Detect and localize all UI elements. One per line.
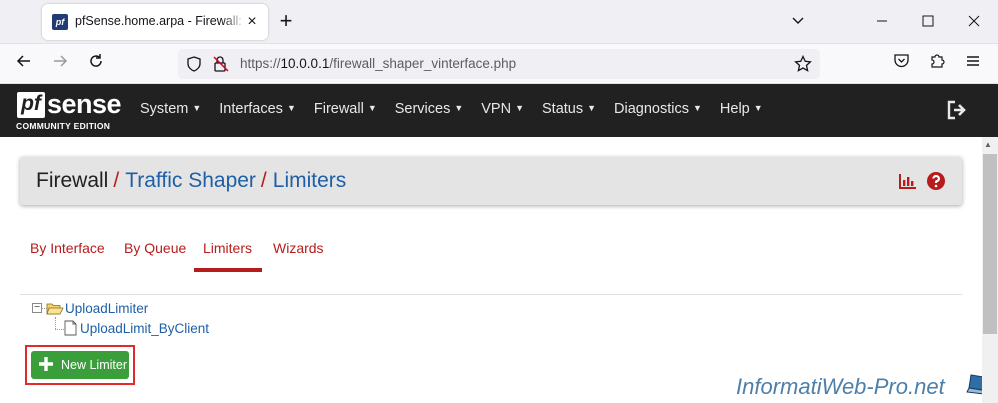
menu-vpn-label: VPN <box>481 101 512 117</box>
back-arrow-icon[interactable] <box>12 52 36 76</box>
reload-icon[interactable] <box>84 52 108 76</box>
main-menu: System ▼ Interfaces ▼ Firewall ▼ Services ▼ … <box>140 101 781 117</box>
logout-icon[interactable] <box>946 99 968 121</box>
hamburger-menu-icon[interactable] <box>961 52 985 76</box>
new-limiter-label: New Limiter <box>61 358 127 372</box>
url-prefix: https:// <box>240 56 281 71</box>
maximize-window-icon[interactable] <box>916 10 940 34</box>
caret-down-icon: ▼ <box>286 103 296 113</box>
browser-tab[interactable]: pf pfSense.home.arpa - Firewall: Traffic… <box>42 4 268 40</box>
tab-title-fade <box>222 10 246 34</box>
file-icon <box>64 320 77 336</box>
breadcrumb-separator: / <box>113 169 120 192</box>
caret-down-icon: ▼ <box>367 103 377 113</box>
tab-limiters[interactable]: Limiters <box>203 240 252 256</box>
bar-chart-icon[interactable] <box>898 171 918 191</box>
new-tab-button[interactable]: + <box>274 10 298 34</box>
breadcrumb-traffic-shaper[interactable]: Traffic Shaper <box>125 169 256 192</box>
tab-list-chevron-icon[interactable] <box>786 10 810 34</box>
caret-down-icon: ▼ <box>753 103 763 113</box>
close-window-icon[interactable] <box>962 10 986 34</box>
menu-system-label: System <box>140 101 189 117</box>
browser-navigation-bar: https://10.0.0.1/firewall_shaper_vinterf… <box>0 44 998 84</box>
lock-warning-icon[interactable] <box>212 55 230 78</box>
page-content: Firewall / Traffic Shaper / Limiters By Inte… <box>0 137 994 403</box>
active-tab-indicator <box>194 268 262 272</box>
breadcrumb-firewall: Firewall <box>36 169 109 192</box>
new-limiter-button[interactable]: New Limiter <box>31 351 129 379</box>
caret-down-icon: ▼ <box>192 103 202 113</box>
tab-by-interface[interactable]: By Interface <box>30 240 105 256</box>
tree-node-uploadlimit-byclient[interactable]: UploadLimit_ByClient <box>80 321 209 336</box>
caret-down-icon: ▼ <box>693 103 702 113</box>
open-folder-icon <box>46 302 64 316</box>
menu-diagnostics[interactable]: Diagnostics ▼ <box>614 101 702 117</box>
menu-system[interactable]: System ▼ <box>140 101 201 117</box>
page-title-panel: Firewall / Traffic Shaper / Limiters <box>20 157 962 205</box>
menu-firewall[interactable]: Firewall ▼ <box>314 101 377 117</box>
scrollbar-thumb[interactable] <box>983 154 997 334</box>
menu-status[interactable]: Status ▼ <box>542 101 596 117</box>
menu-help-label: Help <box>719 101 750 117</box>
url-path: /firewall_shaper_vinterface.php <box>329 56 517 71</box>
breadcrumb: Firewall / Traffic Shaper / Limiters <box>36 169 346 193</box>
plus-icon <box>37 355 55 373</box>
menu-services[interactable]: Services ▼ <box>395 101 464 117</box>
tracking-shield-icon[interactable] <box>186 56 202 77</box>
bookmark-star-icon[interactable] <box>794 54 812 78</box>
forward-arrow-icon[interactable] <box>48 52 72 76</box>
collapse-tree-icon[interactable]: − <box>32 303 42 313</box>
menu-vpn[interactable]: VPN ▼ <box>481 101 524 117</box>
extensions-icon[interactable] <box>925 52 949 76</box>
tab-by-queue[interactable]: By Queue <box>124 240 186 256</box>
pfsense-favicon-icon: pf <box>52 14 68 30</box>
logo-subtitle: COMMUNITY EDITION <box>16 121 111 131</box>
menu-interfaces[interactable]: Interfaces ▼ <box>219 101 296 117</box>
menu-help[interactable]: Help ▼ <box>720 101 763 117</box>
url-host: 10.0.0.1 <box>280 56 330 71</box>
address-bar[interactable]: https://10.0.0.1/firewall_shaper_vinterf… <box>178 49 820 79</box>
url-text[interactable]: https://10.0.0.1/firewall_shaper_vinterf… <box>240 56 516 71</box>
tree-connector <box>55 317 56 329</box>
minimize-window-icon[interactable] <box>870 10 894 34</box>
tabs-divider <box>20 294 962 295</box>
tree-node-uploadlimiter[interactable]: UploadLimiter <box>65 301 148 316</box>
help-question-icon[interactable] <box>926 171 946 191</box>
menu-diagnostics-label: Diagnostics <box>614 101 689 117</box>
menu-interfaces-label: Interfaces <box>219 101 283 117</box>
menu-services-label: Services <box>394 101 451 117</box>
pfsense-navbar: pf sense COMMUNITY EDITION System ▼ Inter… <box>0 84 998 137</box>
breadcrumb-limiters[interactable]: Limiters <box>273 169 347 192</box>
watermark: InformatiWeb-Pro.net <box>736 374 945 399</box>
menu-firewall-label: Firewall <box>313 101 364 117</box>
scroll-up-arrow-icon[interactable]: ▲ <box>984 140 992 149</box>
tree-connector <box>55 329 64 330</box>
pocket-icon[interactable] <box>889 52 913 76</box>
logo-pf: pf <box>17 92 45 118</box>
pfsense-logo[interactable]: pf sense COMMUNITY EDITION <box>15 88 125 132</box>
caret-down-icon: ▼ <box>587 103 597 113</box>
tab-wizards[interactable]: Wizards <box>273 240 324 256</box>
breadcrumb-separator: / <box>260 169 267 192</box>
caret-down-icon: ▼ <box>515 103 525 113</box>
caret-down-icon: ▼ <box>454 103 464 113</box>
menu-status-label: Status <box>542 101 584 117</box>
close-tab-icon[interactable]: × <box>244 14 260 30</box>
logo-sense: sense <box>47 89 122 119</box>
browser-tab-strip: pf pfSense.home.arpa - Firewall: Traffic… <box>0 0 998 44</box>
browser-tab-title: pfSense.home.arpa - Firewall: Traffic Sh… <box>75 14 243 28</box>
